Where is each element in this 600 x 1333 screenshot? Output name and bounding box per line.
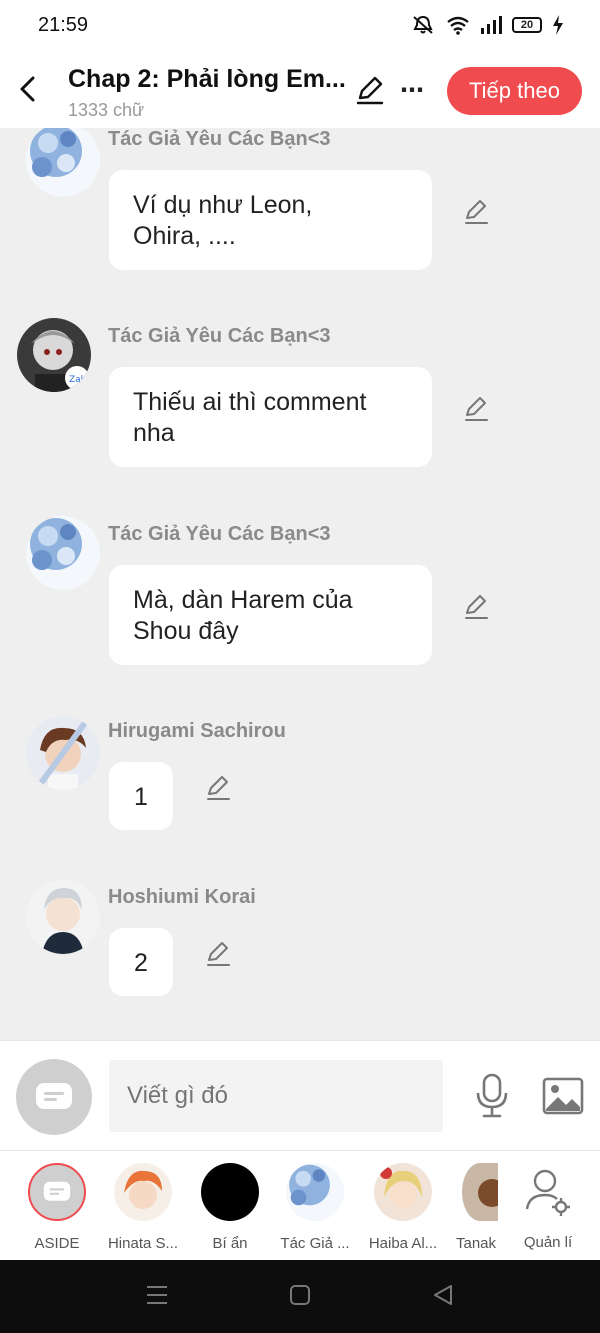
edit-message-icon[interactable]	[204, 774, 232, 802]
message-line: Thiếu ai thì comment	[133, 388, 367, 416]
message-bubble[interactable]: 1	[109, 762, 173, 830]
menu-icon[interactable]	[146, 1284, 168, 1306]
aside-toggle-button[interactable]	[16, 1059, 92, 1135]
tab-manage[interactable]: Quản lí	[505, 1163, 591, 1251]
tab-character[interactable]: Hinata S...	[100, 1163, 186, 1252]
avatar	[286, 1163, 344, 1221]
message-line: 1	[134, 783, 148, 811]
chat-area: Tác Giả Yêu Các Bạn<3 Ví dụ như Leon, Oh…	[0, 128, 600, 1040]
battery-indicator: 20	[512, 17, 542, 33]
message-line: Shou đây	[133, 617, 239, 645]
tab-character[interactable]: Bí ẩn	[187, 1163, 273, 1252]
avatar	[374, 1163, 432, 1221]
sender-name: Hoshiumi Korai	[108, 886, 256, 908]
tab-label: Quản lí	[523, 1234, 573, 1251]
tab-character[interactable]: Haiba Al...	[360, 1163, 446, 1252]
tab-label: Haiba Al...	[368, 1235, 438, 1252]
edit-message-icon[interactable]	[204, 940, 232, 968]
next-chapter-button[interactable]: Tiếp theo	[447, 67, 582, 115]
avatar	[201, 1163, 259, 1221]
user-settings-icon	[525, 1169, 570, 1216]
avatar	[462, 1163, 498, 1221]
tab-label: Hinata S...	[107, 1235, 179, 1252]
avatar[interactable]	[26, 516, 100, 590]
message-bubble[interactable]: 2	[109, 928, 173, 996]
edit-message-icon[interactable]	[462, 198, 490, 226]
back-arrow-icon[interactable]	[14, 74, 44, 104]
tab-label: ASIDE	[34, 1235, 80, 1252]
avatar[interactable]	[26, 716, 100, 790]
chat-bubble-icon	[36, 1083, 72, 1109]
status-bar: 21:59 20	[0, 0, 600, 52]
tab-label: Tanak	[456, 1235, 497, 1252]
message-line: Ohira, ....	[133, 222, 236, 250]
status-time: 21:59	[38, 14, 89, 36]
microphone-icon[interactable]	[474, 1073, 510, 1119]
chapter-title: Chap 2: Phải lòng Em...	[68, 65, 346, 93]
charging-icon	[553, 15, 563, 35]
sender-name: Tác Giả Yêu Các Bạn<3	[108, 523, 331, 545]
signal-icon	[481, 16, 502, 34]
chapter-header: Chap 2: Phải lòng Em... 1333 chữ ⋯ Tiếp …	[0, 52, 600, 128]
message-bubble[interactable]: Mà, dàn Harem của Shou đây	[109, 565, 432, 665]
edit-message-icon[interactable]	[462, 395, 490, 423]
system-nav-bar	[0, 1260, 600, 1333]
message-line: 2	[134, 949, 148, 977]
svg-text:Zalo: Zalo	[69, 375, 89, 385]
tab-character[interactable]: Tanak	[446, 1163, 498, 1252]
chat-bubble-icon	[43, 1181, 71, 1201]
edit-icon[interactable]	[354, 74, 386, 106]
message-line: nha	[133, 419, 175, 447]
sender-name: Tác Giả Yêu Các Bạn<3	[108, 128, 331, 150]
word-count: 1333 chữ	[68, 100, 145, 120]
image-icon[interactable]	[542, 1077, 584, 1115]
more-options-icon[interactable]: ⋯	[400, 76, 424, 105]
edit-message-icon[interactable]	[462, 593, 490, 621]
tab-label: Tác Giả ...	[280, 1235, 350, 1252]
sender-name: Tác Giả Yêu Các Bạn<3	[108, 325, 331, 347]
aside-tab-avatar	[28, 1163, 86, 1221]
wifi-icon	[447, 16, 469, 35]
character-tabs: ASIDE Hinata S... Bí ẩn Tác Giả ... Haib…	[0, 1150, 600, 1260]
bell-muted-icon	[413, 15, 433, 34]
message-line: Mà, dàn Harem của	[133, 586, 353, 614]
avatar[interactable]	[26, 128, 100, 197]
tab-label: Bí ẩn	[212, 1235, 248, 1252]
home-icon[interactable]	[289, 1284, 311, 1306]
tab-character[interactable]: Tác Giả ...	[272, 1163, 358, 1252]
message-line: Ví dụ như Leon,	[133, 191, 313, 219]
avatar	[114, 1163, 172, 1221]
message-input[interactable]	[109, 1060, 443, 1132]
sender-name: Hirugami Sachirou	[108, 720, 286, 742]
back-triangle-icon[interactable]	[432, 1284, 454, 1306]
avatar[interactable]: Zalo	[17, 318, 91, 392]
message-bubble[interactable]: Thiếu ai thì comment nha	[109, 367, 432, 467]
message-composer	[0, 1040, 600, 1150]
avatar[interactable]	[26, 880, 100, 954]
message-bubble[interactable]: Ví dụ như Leon, Ohira, ....	[109, 170, 432, 270]
status-icons: 20	[410, 14, 564, 36]
tab-aside[interactable]: ASIDE	[14, 1163, 100, 1252]
